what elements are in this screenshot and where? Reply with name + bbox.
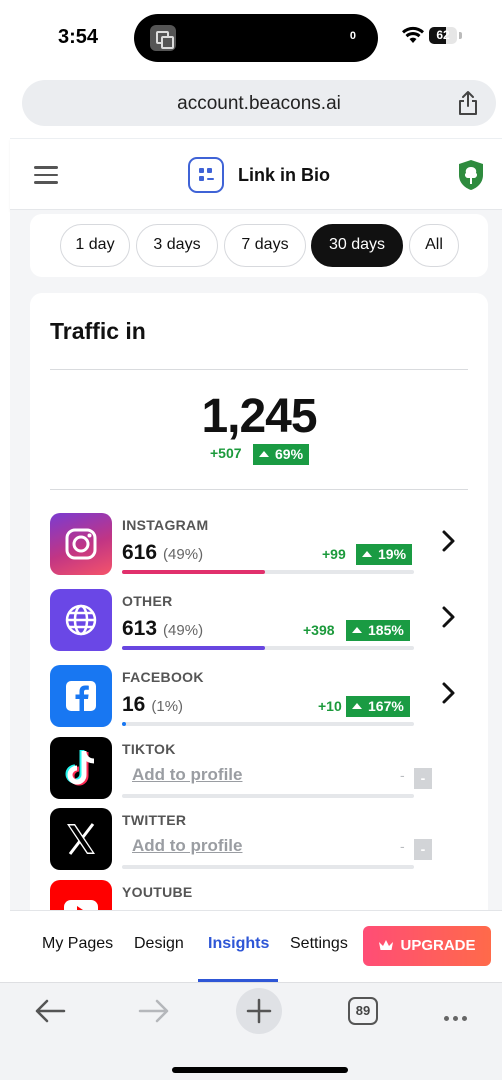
traffic-title: Traffic in: [50, 318, 146, 344]
source-count: 616 (49%): [122, 541, 204, 564]
status-bar: 3:54 0 62: [0, 0, 502, 76]
filter-all[interactable]: All: [409, 224, 459, 267]
source-delta-badge: 19%: [356, 544, 413, 565]
clock: 3:54: [58, 26, 99, 48]
more-options-icon[interactable]: [444, 1008, 471, 1026]
tab-insights[interactable]: Insights: [208, 935, 269, 953]
island-counter: 0: [349, 30, 356, 42]
instagram-icon: [50, 513, 112, 575]
tiktok-icon: [50, 737, 112, 799]
empty-delta: -: [400, 767, 405, 783]
dynamic-island: 0: [134, 14, 378, 62]
app-header: Link in Bio: [10, 138, 502, 210]
facebook-icon: [50, 665, 112, 727]
screen-mirror-icon: [150, 25, 176, 51]
traffic-total: 1,245: [201, 390, 317, 443]
filter-30-days[interactable]: 30 days: [311, 224, 403, 267]
tab-design[interactable]: Design: [134, 935, 184, 953]
source-count: 613 (49%): [122, 617, 204, 640]
filter-3-days[interactable]: 3 days: [136, 224, 218, 267]
add-to-profile-link[interactable]: Add to profile: [132, 765, 242, 785]
traffic-card: Traffic in 1,245 +507 69% INSTAGRAM 616(…: [30, 293, 488, 942]
date-range-filter: 1 day 3 days 7 days 30 days All: [30, 214, 488, 277]
source-name: YOUTUBE: [122, 884, 193, 900]
browser-toolbar: 89: [0, 982, 502, 1080]
address-bar[interactable]: account.beacons.ai: [22, 80, 496, 126]
source-delta: +99: [322, 546, 346, 562]
source-row-twitter: TWITTER Add to profile - -: [50, 808, 488, 872]
source-name: TIKTOK: [122, 741, 176, 757]
plus-icon: [246, 998, 272, 1024]
filter-7-days[interactable]: 7 days: [224, 224, 306, 267]
source-row-facebook[interactable]: FACEBOOK 16 (1%) +10 167%: [50, 665, 488, 729]
source-row-tiktok: TIKTOK Add to profile - -: [50, 737, 488, 801]
source-name: TWITTER: [122, 812, 187, 828]
crown-icon: [379, 940, 394, 950]
home-indicator: [172, 1067, 348, 1073]
share-bar-fill: [122, 570, 265, 574]
source-row-other[interactable]: OTHER 613 (49%) +398 185%: [50, 589, 488, 653]
empty-delta: -: [400, 838, 405, 854]
screen: 3:54 0 62 account.beacons.ai Link in Bio…: [0, 0, 502, 1080]
bottom-tab-bar: My Pages Design Insights Settings UPGRAD…: [10, 910, 502, 982]
upgrade-button[interactable]: UPGRADE: [363, 926, 491, 966]
back-arrow-icon[interactable]: [34, 998, 66, 1024]
battery-percent: 62: [436, 28, 450, 42]
share-bar: [122, 865, 414, 869]
share-bar: [122, 794, 414, 798]
source-name: INSTAGRAM: [122, 517, 209, 533]
chevron-right-icon[interactable]: [440, 681, 458, 705]
share-bar-fill: [122, 722, 126, 726]
chevron-right-icon[interactable]: [440, 529, 458, 553]
forward-arrow-icon[interactable]: [138, 998, 170, 1024]
add-to-profile-link[interactable]: Add to profile: [132, 836, 242, 856]
chevron-right-icon[interactable]: [440, 605, 458, 629]
divider: [50, 489, 468, 490]
x-twitter-icon: [50, 808, 112, 870]
empty-badge: -: [414, 768, 432, 789]
source-name: FACEBOOK: [122, 669, 204, 685]
profile-avatar-icon[interactable]: [458, 159, 484, 191]
tab-settings[interactable]: Settings: [290, 935, 348, 953]
source-delta-badge: 185%: [346, 620, 410, 641]
menu-icon[interactable]: [34, 166, 58, 184]
share-bar-fill: [122, 646, 265, 650]
wifi-icon: [402, 26, 424, 43]
share-bar: [122, 722, 414, 726]
url-text[interactable]: account.beacons.ai: [22, 93, 496, 115]
traffic-delta-badge: 69%: [253, 444, 310, 465]
link-in-bio-icon: [188, 157, 224, 193]
empty-badge: -: [414, 839, 432, 860]
divider: [50, 369, 468, 370]
globe-icon: [50, 589, 112, 651]
source-delta-badge: 167%: [346, 696, 410, 717]
page-title: Link in Bio: [238, 165, 330, 185]
share-icon[interactable]: [456, 90, 480, 116]
new-tab-button[interactable]: [236, 988, 282, 1034]
source-row-instagram[interactable]: INSTAGRAM 616 (49%) +99 19%: [50, 513, 488, 577]
share-bar: [122, 646, 414, 650]
tab-my-pages[interactable]: My Pages: [42, 935, 113, 953]
source-delta: +398: [303, 622, 335, 638]
source-count: 16 (1%): [122, 693, 184, 716]
filter-1-day[interactable]: 1 day: [60, 224, 130, 267]
tab-switcher-button[interactable]: 89: [348, 997, 378, 1025]
traffic-delta: +507: [210, 445, 242, 461]
source-name: OTHER: [122, 593, 173, 609]
battery-icon: 62: [429, 27, 457, 44]
source-delta: +10: [318, 698, 342, 714]
battery-cap: [459, 32, 462, 39]
share-bar: [122, 570, 414, 574]
